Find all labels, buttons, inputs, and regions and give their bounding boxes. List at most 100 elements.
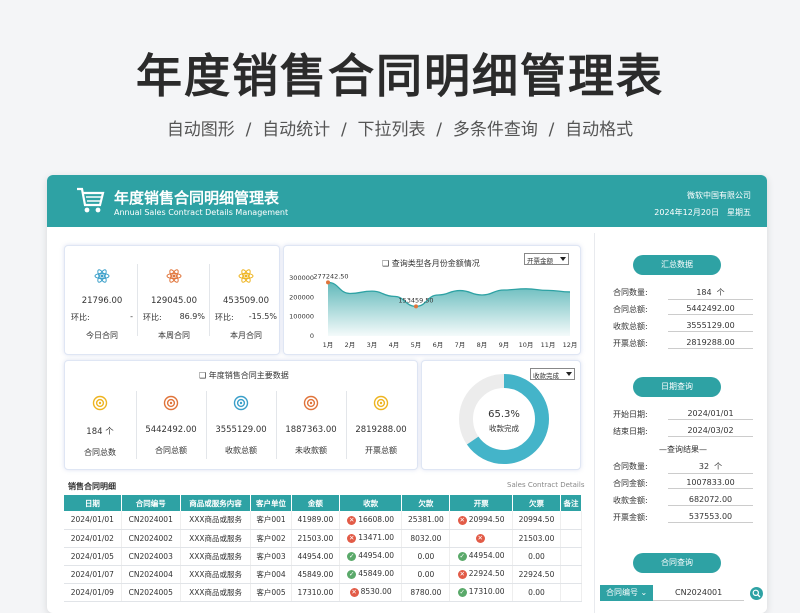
data-label: 277242.50 bbox=[313, 272, 348, 280]
dashboard-subtitle: Annual Sales Contract Details Management bbox=[114, 208, 289, 217]
cell-owed-invoice-text: 22924.50 bbox=[518, 569, 555, 579]
stat-value: 3555129.00 bbox=[215, 425, 267, 435]
result-row: 合同金额: 1007833.00 bbox=[613, 478, 753, 489]
summary-heading: 汇总数据 bbox=[633, 255, 721, 275]
cell-contract-no: CN2024004 bbox=[121, 565, 181, 584]
target-icon bbox=[233, 395, 249, 411]
dashboard-title: 年度销售合同明细管理表 bbox=[114, 189, 280, 207]
monthly-amount-chart: 300000 200000 100000 0 1月 2月 3月 4月 5月 6月 7月 8月 9月 10月… bbox=[289, 272, 577, 349]
cell-debt: 8780.00 bbox=[401, 583, 451, 602]
column-header: 备注 bbox=[560, 495, 582, 511]
cell-item-text: XXX商品或服务 bbox=[189, 587, 242, 597]
cell-date-text: 2024/01/09 bbox=[70, 587, 114, 597]
cell-received-text: 8530.00 bbox=[360, 587, 392, 597]
table-row[interactable]: 2024/01/02 CN2024002 XXX商品或服务 客户002 21503.00… bbox=[64, 529, 582, 548]
contract-table: 日期 合同编号 商品或服务内容 客户单位 金额 收款 欠款 开票 欠票 备注 2024/01/01… bbox=[64, 495, 582, 602]
x-tick-label: 8月 bbox=[477, 341, 488, 349]
cell-debt-text: 25381.00 bbox=[408, 515, 444, 525]
row-key: 收款总额: bbox=[613, 322, 648, 331]
table-row[interactable]: 2024/01/01 CN2024001 XXX商品或服务 客户001 41989.00… bbox=[64, 511, 582, 530]
cell-owed-invoice-text: 20994.50 bbox=[518, 515, 555, 525]
chevron-down-icon bbox=[566, 372, 572, 376]
cell-contract-no-text: CN2024004 bbox=[128, 569, 173, 579]
kpi-label: 本月合同 bbox=[230, 331, 262, 340]
cell-contract-no-text: CN2024002 bbox=[128, 533, 173, 543]
row-key: 开票金额: bbox=[613, 513, 648, 522]
table-row[interactable]: 2024/01/07 CN2024004 XXX商品或服务 客户004 45849.00… bbox=[64, 565, 582, 584]
table-header-row: 日期 合同编号 商品或服务内容 客户单位 金额 收款 欠款 开票 欠票 备注 bbox=[64, 495, 582, 511]
table-row[interactable]: 2024/01/05 CN2024003 XXX商品或服务 客户003 44954.00… bbox=[64, 547, 582, 566]
cell-invoiced-text: 17310.00 bbox=[468, 587, 505, 597]
search-field-select[interactable]: 合同编号 ⌄ bbox=[600, 585, 654, 601]
weekday-text: 星期五 bbox=[727, 208, 751, 217]
check-icon: ✓ bbox=[347, 569, 357, 579]
donut-label: 收款完成 bbox=[489, 423, 519, 433]
atom-icon bbox=[238, 269, 254, 283]
kpi-ratio: - bbox=[130, 312, 133, 321]
stat-value: 2819288.00 bbox=[355, 425, 407, 435]
x-tick-label: 9月 bbox=[499, 341, 510, 349]
row-key: 合同总额: bbox=[613, 305, 648, 314]
data-point bbox=[326, 280, 330, 285]
end-date-row: 结束日期: 2024/03/02 bbox=[613, 426, 753, 437]
cell-invoiced: ✕ 20994.50 bbox=[449, 511, 513, 530]
monthly-chart-panel: ❑ 查询类型各月份金额情况 开票金额 300000 200000 100000 0 1月… bbox=[283, 245, 581, 355]
x-tick-label: 7月 bbox=[455, 341, 466, 349]
x-tick-label: 5月 bbox=[411, 341, 422, 349]
cell-amount-text: 17310.00 bbox=[297, 587, 334, 597]
cell-note bbox=[560, 529, 582, 548]
row-key: 合同数量: bbox=[613, 462, 648, 471]
cell-item: XXX商品或服务 bbox=[180, 547, 252, 566]
cell-date-text: 2024/01/07 bbox=[70, 569, 114, 579]
start-date-input[interactable]: 2024/01/01 bbox=[668, 409, 753, 420]
donut-percent: 65.3% bbox=[488, 409, 520, 420]
date-text: 2024年12月20日 bbox=[654, 208, 719, 217]
kpi-month: 453509.00 环比: -15.5% 本月合同 bbox=[211, 268, 281, 341]
cell-invoiced-text: 20994.50 bbox=[468, 515, 505, 524]
target-icon bbox=[163, 395, 179, 411]
search-button[interactable] bbox=[750, 586, 763, 600]
cell-note bbox=[560, 583, 582, 602]
search-icon bbox=[752, 589, 761, 597]
row-value: 537553.00 bbox=[668, 512, 753, 523]
kpi-label: 今日合同 bbox=[86, 331, 118, 340]
cell-debt-text: 8032.00 bbox=[410, 533, 442, 543]
row-value: 1007833.00 bbox=[668, 478, 753, 489]
chart-type-select[interactable]: 开票金额 bbox=[524, 253, 569, 265]
cell-amount: 45849.00 bbox=[291, 565, 340, 584]
stat-label: 开票总额 bbox=[365, 446, 397, 455]
table-title: 销售合同明细 bbox=[68, 482, 116, 491]
cell-contract-no-text: CN2024005 bbox=[128, 587, 173, 597]
result-row: 合同数量: 32 个 bbox=[613, 461, 753, 474]
cell-date: 2024/01/02 bbox=[64, 529, 122, 548]
cell-item-text: XXX商品或服务 bbox=[189, 551, 242, 561]
stat-label: 收款总额 bbox=[225, 446, 257, 455]
contract-number-input[interactable]: CN2024001 bbox=[653, 585, 744, 601]
table-row[interactable]: 2024/01/09 CN2024005 XXX商品或服务 客户005 17310.00… bbox=[64, 583, 582, 602]
end-date-input[interactable]: 2024/03/02 bbox=[668, 426, 753, 437]
cell-item-text: XXX商品或服务 bbox=[189, 533, 242, 543]
hero-title: 年度销售合同明细管理表 bbox=[136, 49, 664, 103]
stat-label: 未收款额 bbox=[295, 446, 327, 455]
hero-features: 自动图形 / 自动统计 / 下拉列表 / 多条件查询 / 自动格式 bbox=[166, 120, 634, 140]
column-header: 欠票 bbox=[512, 495, 562, 511]
stat-contract-total: 5442492.00 合同总额 bbox=[132, 395, 210, 456]
cell-received: ✕ 16608.00 bbox=[339, 511, 403, 530]
kpi-ratio: -15.5% bbox=[248, 312, 277, 321]
x-tick-label: 10月 bbox=[519, 341, 534, 349]
x-tick-label: 11月 bbox=[541, 341, 556, 349]
cell-item: XXX商品或服务 bbox=[180, 583, 252, 602]
kpi-value: 453509.00 bbox=[223, 296, 269, 306]
cell-contract-no: CN2024005 bbox=[121, 583, 181, 602]
result-row: 收款金额: 682072.00 bbox=[613, 495, 753, 506]
atom-icon bbox=[94, 269, 110, 283]
cell-client: 客户003 bbox=[250, 547, 292, 566]
row-value: 32 个 bbox=[668, 461, 753, 474]
query-result-divider: —查询结果— bbox=[659, 445, 707, 454]
cell-client: 客户004 bbox=[250, 565, 292, 584]
cross-icon: ✕ bbox=[457, 569, 467, 579]
target-icon bbox=[373, 395, 389, 411]
main-stats-title: ❑ 年度销售合同主要数据 bbox=[199, 371, 289, 380]
y-tick-label: 100000 bbox=[289, 313, 314, 321]
cell-invoiced-text: 22924.50 bbox=[468, 569, 505, 579]
